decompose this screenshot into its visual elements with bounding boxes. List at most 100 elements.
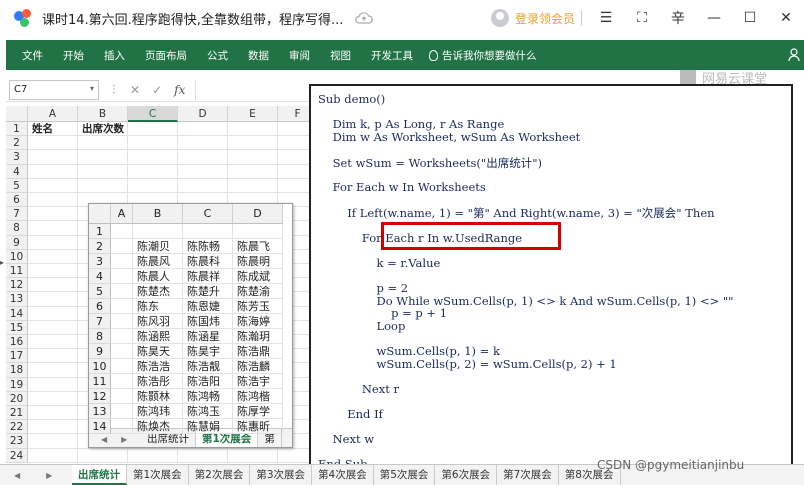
grid-cell[interactable]	[28, 335, 78, 350]
close-button[interactable]: ✕	[768, 0, 804, 36]
sheet-nav-buttons[interactable]: ◀ ▶	[0, 471, 72, 480]
row-header[interactable]: 5	[6, 178, 28, 193]
column-header-b[interactable]: B	[78, 106, 128, 122]
prev-sheet-icon[interactable]: ◀	[14, 471, 20, 480]
row-header[interactable]: 20	[6, 391, 28, 406]
sheet-tab[interactable]: 第2次展会	[189, 465, 251, 485]
grid-cell[interactable]	[28, 150, 78, 165]
grid-cell[interactable]	[28, 349, 78, 364]
grid-cell[interactable]	[128, 150, 178, 165]
row-header[interactable]: 2	[6, 136, 28, 151]
grid-cell[interactable]	[28, 193, 78, 208]
row-header[interactable]: 18	[6, 363, 28, 378]
row-header[interactable]: 22	[6, 420, 28, 435]
row-header[interactable]: 4	[6, 164, 28, 179]
grid-cell[interactable]	[28, 320, 78, 335]
sheet-tab[interactable]: 第6次展会	[435, 465, 498, 485]
account-icon[interactable]	[788, 48, 800, 62]
grid-cell[interactable]	[78, 150, 128, 165]
minimize-button[interactable]: —	[696, 0, 732, 36]
row-header[interactable]: 15	[6, 320, 28, 335]
row-header[interactable]: 1	[6, 122, 28, 137]
row-header[interactable]: 23	[6, 434, 28, 449]
row-header[interactable]: 17	[6, 349, 28, 364]
tab-page-layout[interactable]: 页面布局	[135, 48, 197, 63]
row-header[interactable]: 21	[6, 406, 28, 421]
grid-cell[interactable]	[128, 178, 178, 193]
row-header[interactable]: 19	[6, 377, 28, 392]
avatar[interactable]	[490, 9, 509, 27]
grid-cell[interactable]	[28, 292, 78, 307]
grid-cell[interactable]: 姓名	[28, 122, 78, 137]
sheet-tab[interactable]: 第1次展会	[127, 465, 189, 485]
name-box[interactable]: C7 ▾	[9, 79, 99, 100]
grid-cell[interactable]	[78, 164, 128, 179]
grid-cell[interactable]	[178, 150, 228, 165]
tab-formulas[interactable]: 公式	[197, 48, 238, 63]
pin-button[interactable]: ⾟	[660, 0, 696, 36]
grid-cell[interactable]	[228, 448, 278, 463]
tell-me-search[interactable]: 告诉我你想要做什么	[429, 48, 537, 63]
menu-button[interactable]: ☰	[588, 0, 624, 36]
grid-cell[interactable]	[28, 434, 78, 449]
tab-review[interactable]: 审阅	[279, 48, 320, 63]
grid-cell[interactable]	[128, 122, 178, 137]
grid-cell[interactable]	[28, 391, 78, 406]
grid-cell[interactable]	[78, 448, 128, 463]
grid-cell[interactable]	[28, 249, 78, 264]
grid-cell[interactable]	[178, 448, 228, 463]
grid-cell[interactable]	[128, 448, 178, 463]
grid-cell[interactable]	[178, 164, 228, 179]
enter-button[interactable]: ✓	[152, 83, 162, 97]
row-header[interactable]: 3	[6, 150, 28, 165]
row-header[interactable]: 11	[6, 264, 28, 279]
column-header-d[interactable]: D	[178, 106, 228, 122]
tab-home[interactable]: 开始	[53, 48, 94, 63]
grid-cell[interactable]: 出席次数	[78, 122, 128, 137]
grid-cell[interactable]	[78, 178, 128, 193]
tab-insert[interactable]: 插入	[94, 48, 135, 63]
grid-cell[interactable]	[28, 164, 78, 179]
row-header[interactable]: 16	[6, 335, 28, 350]
row-header[interactable]: 24	[6, 448, 28, 463]
grid-cell[interactable]	[228, 164, 278, 179]
grid-cell[interactable]	[28, 221, 78, 236]
grid-cell[interactable]	[28, 306, 78, 321]
sheet-tab[interactable]: 第5次展会	[374, 465, 436, 485]
grid-cell[interactable]	[178, 122, 228, 137]
grid-cell[interactable]	[28, 406, 78, 421]
grid-cell[interactable]	[28, 235, 78, 250]
row-header[interactable]: 10	[6, 249, 28, 264]
grid-cell[interactable]	[178, 178, 228, 193]
column-header-e[interactable]: E	[228, 106, 278, 122]
tab-data[interactable]: 数据	[238, 48, 279, 63]
grid-cell[interactable]	[228, 136, 278, 151]
grid-cell[interactable]	[128, 136, 178, 151]
grid-cell[interactable]	[228, 122, 278, 137]
grid-cell[interactable]	[178, 136, 228, 151]
expand-arrow-icon[interactable]: ▸	[0, 258, 4, 267]
grid-cell[interactable]	[78, 136, 128, 151]
grid-cell[interactable]	[28, 278, 78, 293]
sheet-tab[interactable]: 第4次展会	[312, 465, 374, 485]
row-header[interactable]: 7	[6, 207, 28, 222]
formula-input[interactable]	[195, 79, 316, 100]
sheet-nav[interactable]: ◀ ▶	[89, 435, 141, 444]
cloud-upload-icon[interactable]	[355, 11, 374, 25]
grid-cell[interactable]	[28, 178, 78, 193]
column-header-a[interactable]: A	[28, 106, 78, 122]
sheet-tab[interactable]: 第7次展会	[497, 465, 559, 485]
row-header[interactable]: 8	[6, 221, 28, 236]
row-header[interactable]: 9	[6, 235, 28, 250]
row-header[interactable]: 6	[6, 193, 28, 208]
tab-file[interactable]: 文件	[6, 48, 53, 63]
login-vip-link[interactable]: 登录领会员	[515, 10, 575, 27]
select-all-corner[interactable]	[6, 106, 28, 122]
tab-view[interactable]: 视图	[320, 48, 361, 63]
maximize-button[interactable]: ☐	[732, 0, 768, 36]
grid-cell[interactable]	[28, 363, 78, 378]
grid-cell[interactable]	[228, 178, 278, 193]
grid-cell[interactable]	[28, 377, 78, 392]
grid-cell[interactable]	[28, 264, 78, 279]
prev-sheet-icon[interactable]: ◀	[101, 435, 107, 444]
